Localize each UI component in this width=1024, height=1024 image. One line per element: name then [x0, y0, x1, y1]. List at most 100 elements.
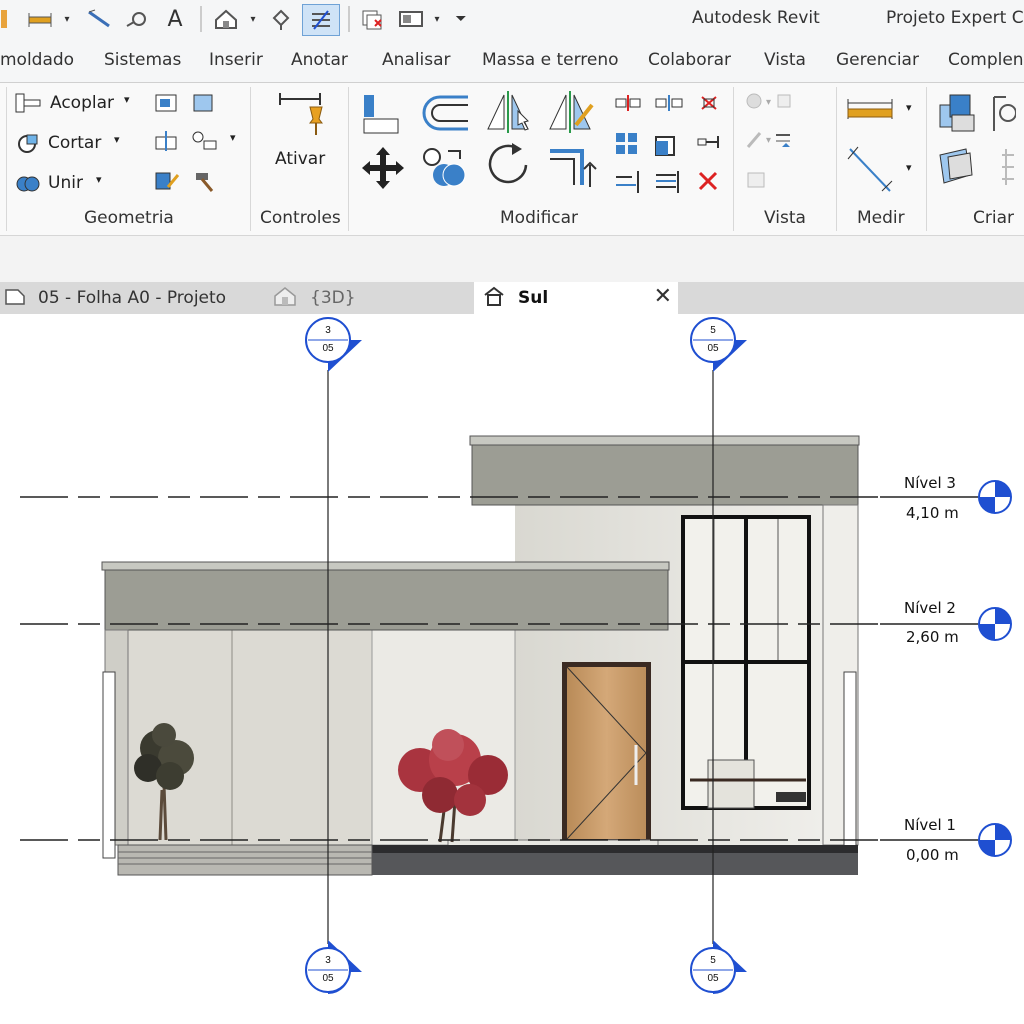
level-3-elevation[interactable]: 4,10 m: [906, 504, 959, 522]
view-tab-label: 05 - Folha A0 - Projeto: [38, 288, 227, 308]
section-icon[interactable]: [266, 6, 296, 32]
chevron-down-icon[interactable]: ▾: [906, 101, 912, 114]
lower-roof-slab: [104, 569, 669, 631]
tab-complementos[interactable]: Complen: [948, 50, 1024, 70]
create-parts-icon[interactable]: [936, 91, 1017, 141]
view-tab-sheet[interactable]: 05 - Folha A0 - Projeto: [0, 282, 262, 314]
view-tab-sul[interactable]: Sul ✕: [474, 282, 678, 314]
level-head-3[interactable]: [978, 480, 1012, 514]
view-tab-bar: 05 - Folha A0 - Projeto {3D} Sul ✕: [0, 282, 1024, 314]
pin-icon[interactable]: [696, 131, 722, 157]
project-title: Projeto Expert C: [886, 8, 1024, 28]
measure-icon[interactable]: [26, 6, 56, 32]
level-head-1[interactable]: [978, 823, 1012, 857]
level-1-name[interactable]: Nível 1: [904, 816, 956, 834]
split-face-icon[interactable]: [152, 129, 180, 157]
level-1-elevation[interactable]: 0,00 m: [906, 846, 959, 864]
modificar-panel-label: Modificar: [500, 208, 579, 228]
close-icon[interactable]: ✕: [654, 284, 672, 309]
wall-profile-icon[interactable]: [152, 169, 180, 197]
tag-icon[interactable]: [122, 6, 152, 32]
default-3d-view-icon[interactable]: [210, 6, 242, 32]
tab-massa-e-terreno[interactable]: Massa e terreno: [482, 50, 619, 70]
view-tab-label: {3D}: [310, 288, 356, 308]
chevron-down-icon[interactable]: ▾: [60, 6, 74, 32]
chevron-down-icon[interactable]: ▾: [230, 131, 236, 144]
split-with-gap-icon[interactable]: [654, 93, 684, 117]
demolish-hammer-icon[interactable]: [190, 169, 218, 197]
scale-icon[interactable]: [654, 131, 680, 161]
join-wall-icon: [14, 91, 42, 119]
grid-bubble-5-top[interactable]: 5 05: [690, 317, 747, 372]
tab-vista[interactable]: Vista: [764, 50, 806, 70]
app-menu-icon[interactable]: [0, 6, 10, 32]
rotate-icon[interactable]: [484, 141, 534, 195]
aligned-dimension-icon[interactable]: [846, 145, 896, 199]
grid-bubble-number: 5: [710, 955, 716, 966]
unpin-icon[interactable]: [696, 93, 722, 117]
tab-analisar[interactable]: Analisar: [382, 50, 451, 70]
grid-bubble-5-bottom[interactable]: 5 05: [690, 940, 747, 994]
beam-join-icon[interactable]: [190, 129, 224, 157]
ativar-button[interactable]: Ativar: [275, 149, 325, 169]
tab-inserir[interactable]: Inserir: [209, 50, 263, 70]
level-2-name[interactable]: Nível 2: [904, 599, 956, 617]
level-2-elevation[interactable]: 2,60 m: [906, 628, 959, 646]
thin-lines-icon[interactable]: [302, 4, 340, 36]
panel-divider: [6, 87, 7, 231]
array-icon[interactable]: [614, 131, 640, 161]
criar-panel-label: Criar: [973, 208, 1014, 228]
level-3-name[interactable]: Nível 3: [904, 474, 956, 492]
chevron-down-icon[interactable]: ▾: [430, 6, 444, 32]
paint-icon[interactable]: [190, 91, 218, 119]
elevation-view-canvas[interactable]: 3 05 5 05 3 05 5 05 Nível 3 4,10 m Nível…: [0, 314, 1024, 1024]
aligned-dimension-icon[interactable]: [84, 6, 114, 32]
measure-between-refs-icon[interactable]: [846, 97, 896, 127]
panel-divider: [348, 87, 349, 231]
tab-moldado[interactable]: moldado: [0, 50, 74, 70]
delete-icon[interactable]: [696, 169, 722, 199]
trim-extend-multiple-icon[interactable]: [654, 169, 684, 199]
mirror-pick-axis-icon[interactable]: [484, 89, 534, 139]
create-assembly-icon[interactable]: [936, 145, 1024, 195]
level-head-2[interactable]: [978, 607, 1012, 641]
svg-text:▾: ▾: [766, 135, 771, 146]
trim-extend-icon[interactable]: [546, 141, 600, 195]
offset-icon[interactable]: [418, 91, 474, 139]
sheet-icon: [4, 286, 26, 311]
customize-toolbar-icon[interactable]: ⏷: [452, 6, 470, 32]
chevron-down-icon[interactable]: ▾: [124, 93, 130, 106]
split-element-icon[interactable]: [614, 93, 644, 117]
tab-anotar[interactable]: Anotar: [291, 50, 348, 70]
cortar-button[interactable]: Cortar: [48, 133, 101, 153]
linework-icon[interactable]: [744, 169, 768, 195]
grid-bubble-sheet: 05: [707, 973, 719, 984]
tab-gerenciar[interactable]: Gerenciar: [836, 50, 919, 70]
svg-text:▾: ▾: [766, 97, 771, 108]
ground-base: [117, 844, 858, 876]
trim-extend-single-icon[interactable]: [614, 169, 644, 199]
override-graphics-icon[interactable]: ▾: [744, 129, 794, 155]
grid-bubble-3-top[interactable]: 3 05: [305, 317, 362, 372]
chevron-down-icon[interactable]: ▾: [246, 6, 260, 32]
chevron-down-icon[interactable]: ▾: [114, 133, 120, 146]
grid-bubble-3-bottom[interactable]: 3 05: [305, 940, 362, 994]
hide-in-view-icon[interactable]: ▾: [744, 91, 794, 117]
tab-sistemas[interactable]: Sistemas: [104, 50, 181, 70]
text-icon[interactable]: A: [160, 6, 190, 32]
tab-colaborar[interactable]: Colaborar: [648, 50, 731, 70]
wall-joins-icon[interactable]: [152, 91, 180, 119]
activate-controls-icon[interactable]: [276, 89, 326, 141]
view-tab-3d[interactable]: {3D}: [272, 282, 472, 314]
close-hidden-windows-icon[interactable]: [358, 6, 388, 32]
move-icon[interactable]: [360, 145, 406, 195]
align-icon[interactable]: [360, 91, 404, 141]
vista-panel-label: Vista: [764, 208, 806, 228]
unir-button[interactable]: Unir: [48, 173, 83, 193]
chevron-down-icon[interactable]: ▾: [96, 173, 102, 186]
switch-windows-icon[interactable]: [396, 6, 426, 32]
acoplar-button[interactable]: Acoplar: [50, 93, 114, 113]
copy-icon[interactable]: [420, 145, 470, 195]
chevron-down-icon[interactable]: ▾: [906, 161, 912, 174]
mirror-draw-axis-icon[interactable]: [546, 89, 596, 139]
